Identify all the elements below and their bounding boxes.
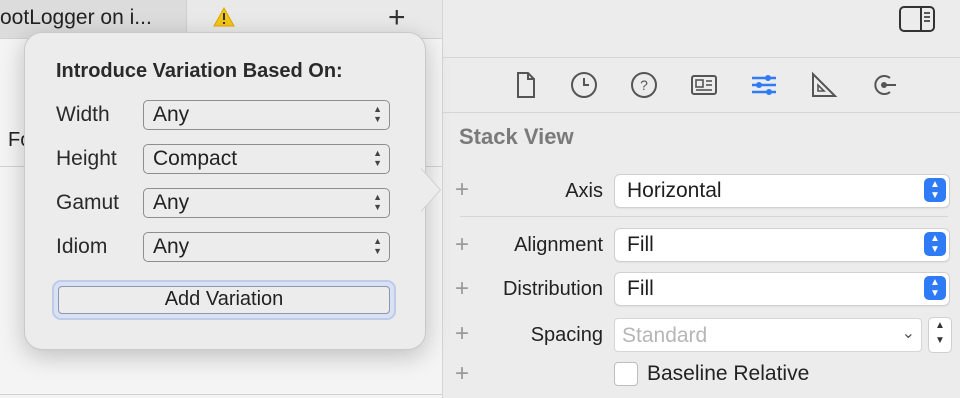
spacing-placeholder: Standard [622, 324, 708, 347]
width-value: Any [153, 103, 190, 126]
section-title: Stack View [459, 124, 574, 149]
baseline-relative-label: Baseline Relative [647, 362, 810, 385]
history-inspector-icon[interactable] [569, 70, 599, 100]
divider [0, 394, 442, 395]
distribution-popup[interactable]: Fill ▲ ▼ [614, 272, 950, 306]
width-select[interactable]: Any ▲ ▼ [143, 100, 390, 130]
spacing-combo-box[interactable]: Standard ⌄ [614, 318, 922, 352]
toggle-inspector-icon[interactable] [899, 6, 935, 32]
chevron-down-icon[interactable]: ⌄ [902, 323, 915, 343]
add-variation-plus-baseline[interactable]: + [455, 362, 469, 386]
warning-icon[interactable] [213, 7, 235, 27]
distribution-label: Distribution [502, 278, 603, 300]
up-down-chevron-icon: ▲ ▼ [373, 104, 382, 124]
inspector-header [443, 0, 960, 58]
alignment-popup[interactable]: Fill ▲ ▼ [614, 228, 950, 262]
quick-help-icon[interactable]: ? [629, 70, 659, 100]
popup-chevron-icon: ▲ ▼ [924, 178, 946, 202]
alignment-label: Alignment [514, 234, 603, 256]
width-label: Width [56, 103, 110, 126]
up-down-chevron-icon: ▲ ▼ [373, 192, 382, 212]
add-variation-button[interactable]: Add Variation [52, 280, 396, 320]
size-inspector-icon[interactable] [809, 70, 839, 100]
idiom-select[interactable]: Any ▲ ▼ [143, 232, 390, 262]
up-down-chevron-icon: ▲ ▼ [373, 236, 382, 256]
axis-value: Horizontal [627, 179, 722, 202]
popup-chevron-icon: ▲ ▼ [924, 276, 946, 300]
gamut-label: Gamut [56, 191, 120, 214]
idiom-value: Any [153, 235, 190, 258]
spacing-label: Spacing [530, 324, 603, 346]
svg-text:?: ? [640, 77, 648, 93]
attributes-inspector-icon[interactable] [749, 70, 779, 100]
distribution-value: Fill [627, 277, 654, 300]
height-select[interactable]: Compact ▲ ▼ [143, 144, 390, 174]
add-tab-button[interactable]: + [388, 3, 406, 33]
axis-popup[interactable]: Horizontal ▲ ▼ [614, 174, 950, 208]
popover-title: Introduce Variation Based On: [56, 60, 343, 82]
add-variation-label: Add Variation [164, 288, 284, 310]
height-value: Compact [153, 147, 238, 170]
identity-inspector-icon[interactable] [689, 70, 719, 100]
alignment-value: Fill [627, 233, 654, 256]
baseline-relative-checkbox[interactable] [614, 362, 638, 386]
gamut-select[interactable]: Any ▲ ▼ [143, 188, 390, 218]
connections-inspector-icon[interactable] [869, 70, 899, 100]
idiom-label: Idiom [56, 235, 108, 258]
up-down-chevron-icon: ▲ ▼ [373, 148, 382, 168]
separator [460, 216, 948, 217]
popover-arrow [420, 168, 440, 212]
editor-tab-title[interactable]: ootLogger on i... [0, 6, 152, 30]
spacing-stepper[interactable]: ▲ ▼ [928, 317, 952, 353]
popup-chevron-icon: ▲ ▼ [924, 232, 946, 256]
gamut-value: Any [153, 191, 190, 214]
height-label: Height [56, 147, 117, 170]
file-inspector-icon[interactable] [510, 70, 540, 100]
